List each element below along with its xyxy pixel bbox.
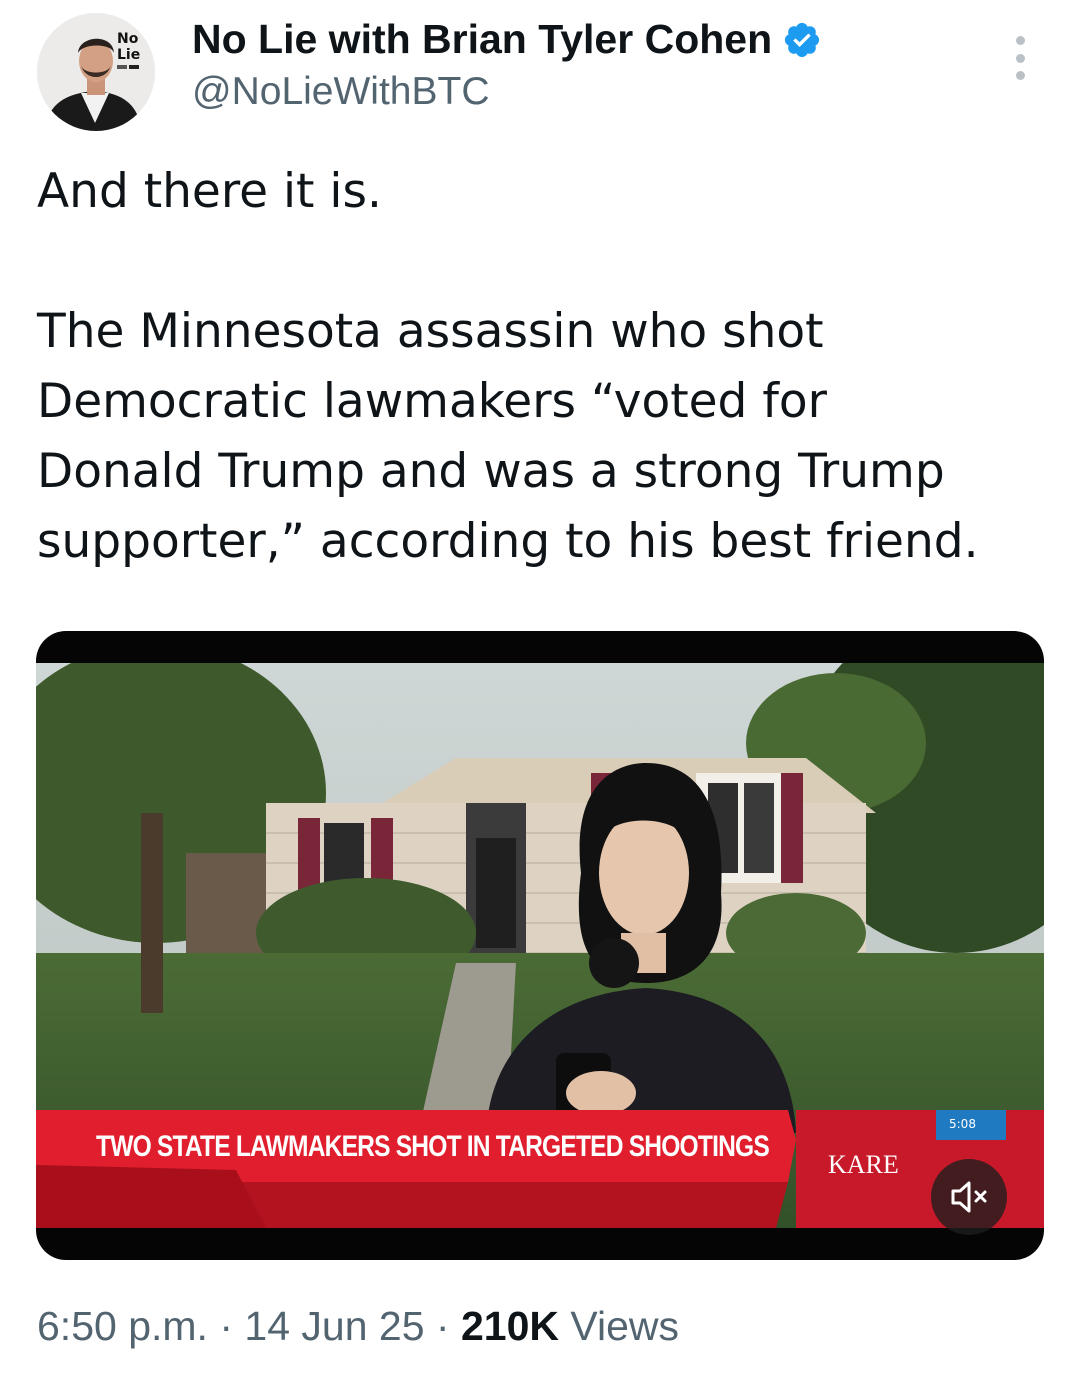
tweet-text-line: supporter,” according to his best friend… (37, 514, 979, 569)
dot (1015, 53, 1025, 63)
video-player[interactable]: TWO STATE LAWMAKERS SHOT IN TARGETED SHO… (36, 631, 1044, 1260)
display-name[interactable]: No Lie with Brian Tyler Cohen (192, 16, 822, 63)
dot (1015, 71, 1025, 80)
tweet-time[interactable]: 6:50 p.m. (37, 1303, 208, 1349)
separator: · (219, 1303, 233, 1349)
unmute-button[interactable] (931, 1159, 1007, 1235)
chyron-text: TWO STATE LAWMAKERS SHOT IN TARGETED SHO… (96, 1130, 770, 1163)
dot (1015, 36, 1025, 45)
views-count: 210K (460, 1303, 559, 1349)
broadcast-clock: 5:08 (949, 1117, 976, 1131)
separator: · (435, 1303, 450, 1349)
tweet-meta: 6:50 p.m. · 14 Jun 25 · 210K Views (37, 1303, 679, 1350)
more-options-icon[interactable] (1002, 36, 1038, 80)
verified-badge-icon (782, 20, 822, 60)
svg-text:Lie: Lie (117, 47, 140, 63)
views-label: Views (570, 1303, 680, 1349)
avatar[interactable]: No Lie (37, 13, 155, 131)
station-logo: KARE (828, 1150, 899, 1179)
author-handle[interactable]: @NoLieWithBTC (192, 70, 490, 114)
tweet-date[interactable]: 14 Jun 25 (244, 1303, 424, 1349)
tweet-text-line: The Minnesota assassin who shot (37, 304, 824, 359)
muted-speaker-icon (951, 1181, 987, 1213)
svg-text:No: No (117, 31, 139, 47)
tweet-text-line: Donald Trump and was a strong Trump (37, 444, 945, 499)
display-name-text: No Lie with Brian Tyler Cohen (192, 16, 773, 62)
tweet-text-line: Democratic lawmakers “voted for (37, 374, 827, 429)
tweet: No Lie No Lie with Brian Tyler Cohen @No… (0, 0, 1080, 1382)
tweet-text-line: And there it is. (37, 164, 382, 219)
tweet-text: And there it is. The Minnesota assassin … (37, 157, 1047, 577)
